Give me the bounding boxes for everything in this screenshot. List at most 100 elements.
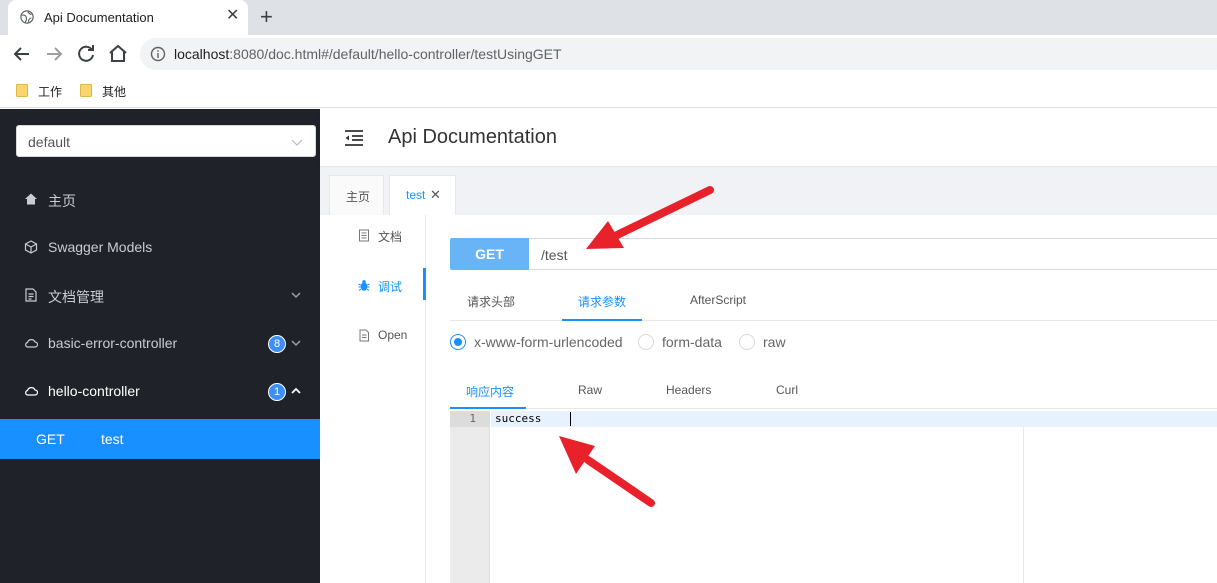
radio-dot: [638, 334, 654, 350]
tab-home[interactable]: 主页: [329, 175, 384, 215]
request-tab-indicator: [562, 319, 642, 321]
vtab-label: 文档: [378, 230, 403, 244]
print-margin: [1023, 427, 1024, 583]
editor-gutter: [450, 411, 490, 583]
response-tabs: 响应内容 Raw Headers Curl: [450, 373, 1217, 409]
browser-toolbar: localhost:8080/doc.html#/default/hello-c…: [0, 35, 1217, 73]
response-tab-indicator: [450, 407, 526, 409]
bookmarks-bar: 工作 其他: [0, 73, 1217, 108]
api-content: 文档 调试 Open GET /test 请求头部 请求参数 AfterScri…: [320, 215, 1217, 583]
url-path: :8080/doc.html#/default/hello-controller…: [229, 46, 562, 62]
file-icon: [359, 329, 369, 342]
cube-icon: [24, 240, 38, 254]
radio-dot: [450, 334, 466, 350]
address-bar[interactable]: localhost:8080/doc.html#/default/hello-c…: [140, 38, 1217, 70]
bookmark-label: 其他: [102, 85, 127, 99]
tab-response-headers[interactable]: Headers: [666, 383, 711, 397]
request-path: /test: [541, 247, 568, 263]
url-text: localhost:8080/doc.html#/default/hello-c…: [174, 46, 562, 62]
chevron-down-icon: [291, 139, 303, 146]
sidebar-item-swagger-models[interactable]: Swagger Models: [0, 223, 320, 271]
vtab-debug[interactable]: 调试: [320, 267, 425, 303]
request-tabs: 请求头部 请求参数 AfterScript: [450, 281, 1217, 321]
vtab-active-indicator: [423, 268, 426, 300]
back-icon[interactable]: [10, 42, 34, 66]
home-button-icon[interactable]: [106, 42, 130, 66]
vtab-label: Open: [378, 328, 408, 342]
radio-label: raw: [763, 334, 786, 350]
browser-tab-strip: Api Documentation ✕ +: [0, 0, 1217, 35]
radio-label: form-data: [662, 334, 722, 350]
home-icon: [25, 193, 37, 205]
count-badge: 1: [268, 383, 286, 401]
menu-fold-icon[interactable]: [344, 129, 364, 147]
chevron-down-icon: [291, 340, 301, 347]
globe-icon: [20, 10, 34, 24]
sidebar-item-doc-manage[interactable]: 文档管理: [0, 271, 320, 319]
reload-icon[interactable]: [74, 42, 98, 66]
bookmark-folder-other[interactable]: 其他: [80, 82, 140, 100]
main-header: Api Documentation: [320, 109, 1217, 167]
browser-tab-title: Api Documentation: [44, 10, 154, 25]
tab-response-curl[interactable]: Curl: [776, 383, 798, 397]
sidebar-item-label: 文档管理: [48, 289, 104, 305]
page-tabs-bar: 主页 test ✕: [320, 167, 1217, 215]
sidebar-item-label: hello-controller: [48, 383, 140, 399]
doc-manage-icon: [25, 288, 37, 302]
radio-raw[interactable]: raw: [739, 333, 799, 351]
cloud-icon: [25, 339, 38, 348]
radio-x-www-form-urlencoded[interactable]: x-www-form-urlencoded: [450, 333, 630, 351]
tab-after-script[interactable]: AfterScript: [690, 293, 746, 307]
tab-response-content[interactable]: 响应内容: [466, 383, 514, 400]
vtab-document[interactable]: 文档: [320, 217, 425, 253]
sidebar-item-basic-error-controller[interactable]: basic-error-controller 8: [0, 319, 320, 367]
response-body: success: [495, 412, 542, 425]
vtab-label: 调试: [378, 280, 403, 294]
chevron-down-icon: [291, 292, 301, 299]
forward-icon[interactable]: [42, 42, 66, 66]
document-icon: [359, 229, 369, 242]
chevron-up-icon: [291, 387, 301, 394]
folder-icon: [80, 84, 92, 97]
text-caret: [570, 412, 571, 426]
new-tab-icon[interactable]: +: [260, 5, 273, 29]
url-host: localhost: [174, 46, 230, 62]
response-editor[interactable]: 1 success: [450, 411, 1217, 583]
tab-request-params[interactable]: 请求参数: [578, 293, 626, 310]
folder-icon: [16, 84, 28, 97]
sidebar-item-home[interactable]: 主页: [0, 175, 320, 223]
page-title: Api Documentation: [388, 126, 557, 148]
group-select[interactable]: default: [16, 125, 316, 157]
tab-test[interactable]: test ✕: [389, 175, 456, 215]
info-icon[interactable]: [150, 46, 166, 62]
vtab-open[interactable]: Open: [320, 317, 425, 353]
cloud-icon: [25, 387, 38, 396]
tab-response-raw[interactable]: Raw: [578, 383, 602, 397]
sidebar: default 主页 Swagger Models 文档管理 basic-err…: [0, 109, 320, 583]
bookmark-label: 工作: [38, 85, 63, 99]
line-number: 1: [450, 411, 490, 427]
close-tab-icon[interactable]: ✕: [226, 7, 239, 25]
sidebar-item-label: 主页: [48, 193, 76, 209]
http-method-badge: GET: [450, 238, 529, 270]
api-path: test: [101, 431, 124, 447]
group-select-value: default: [28, 134, 71, 150]
radio-dot: [739, 334, 755, 350]
active-line-highlight: [491, 411, 1217, 427]
radio-form-data[interactable]: form-data: [638, 333, 738, 351]
sidebar-item-label: basic-error-controller: [48, 335, 178, 351]
bug-icon: [358, 280, 370, 291]
browser-tab[interactable]: Api Documentation ✕: [8, 0, 248, 35]
tab-request-headers[interactable]: 请求头部: [467, 293, 515, 310]
request-path-field[interactable]: /test: [529, 238, 1217, 270]
sidebar-item-label: Swagger Models: [48, 239, 153, 255]
tab-label: 主页: [346, 190, 371, 204]
radio-label: x-www-form-urlencoded: [474, 334, 623, 350]
sidebar-api-get-test[interactable]: GET test: [0, 419, 320, 459]
close-icon[interactable]: ✕: [430, 187, 441, 203]
sidebar-item-hello-controller[interactable]: hello-controller 1: [0, 367, 320, 415]
tab-label: test: [406, 188, 426, 202]
api-method: GET: [36, 431, 65, 447]
count-badge: 8: [268, 335, 286, 353]
bookmark-folder-work[interactable]: 工作: [16, 82, 76, 100]
